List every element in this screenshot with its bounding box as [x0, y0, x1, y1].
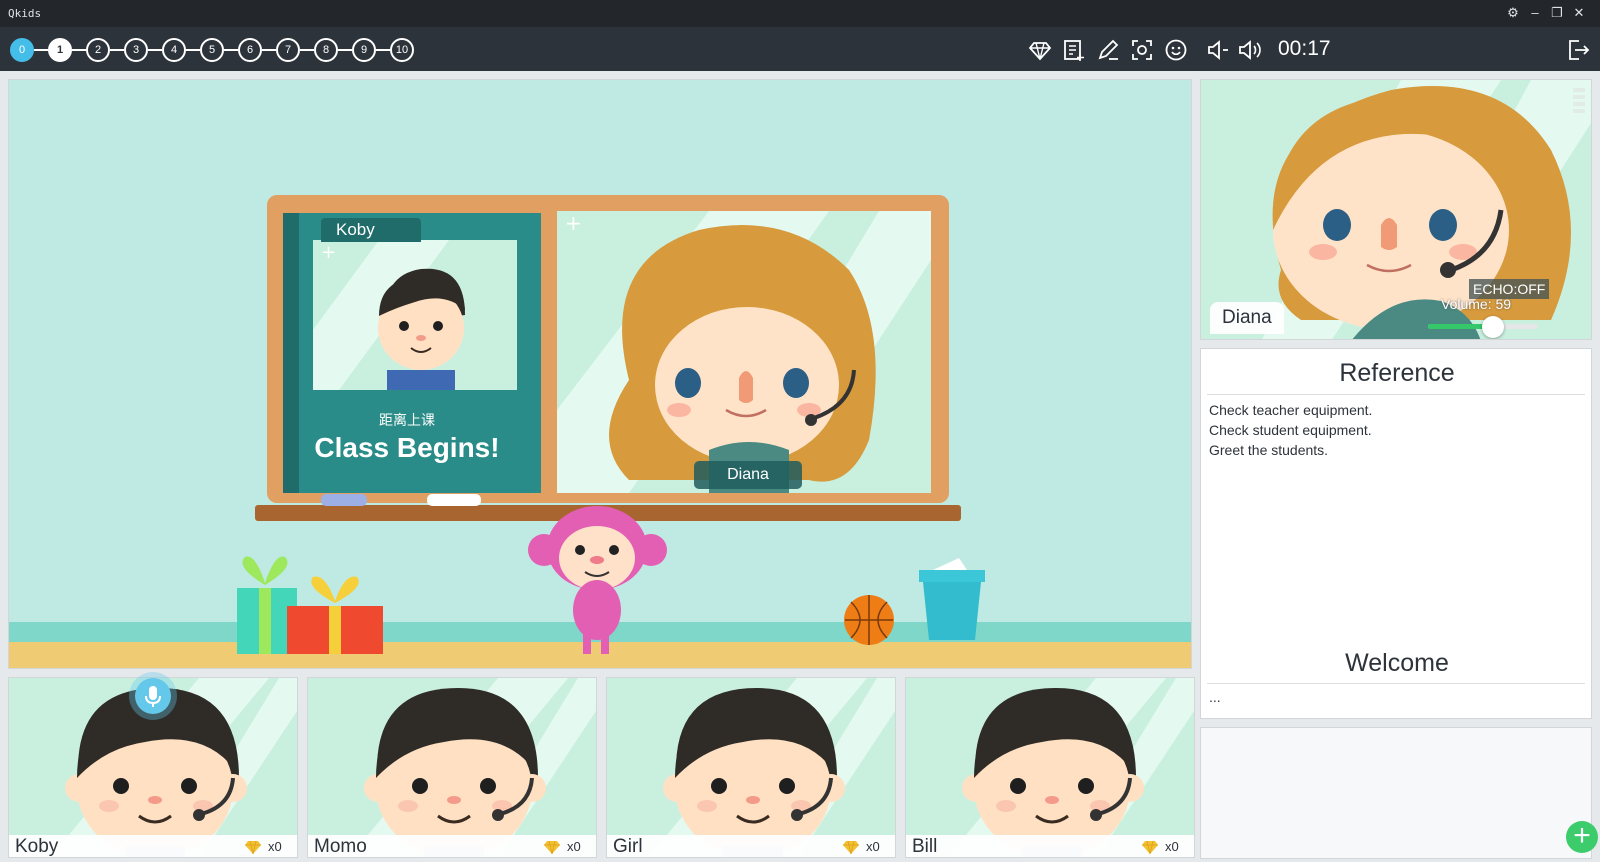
student-name-bar: Koby x0: [9, 835, 297, 857]
title-bar: Qkids ⚙ – ❐ ✕: [0, 0, 1600, 27]
teacher-name: Diana: [1210, 302, 1284, 334]
classroom-stage: + + Koby 距离上课 Class Begins! Diana: [8, 79, 1192, 669]
diamond-count: x0: [866, 839, 880, 854]
reference-line: Check teacher equipment.: [1209, 402, 1373, 418]
diamond-count: x0: [1165, 839, 1179, 854]
step-connector: [148, 49, 162, 51]
student-avatar: [947, 678, 1194, 857]
diamond-count: x0: [567, 839, 581, 854]
reference-line: Greet the students.: [1209, 442, 1329, 458]
step-2[interactable]: 2: [86, 38, 110, 62]
reference-line: Check student equipment.: [1209, 422, 1372, 438]
welcome-text: ...: [1209, 689, 1221, 705]
step-7[interactable]: 7: [276, 38, 300, 62]
divider: [1207, 683, 1585, 684]
emoji-icon[interactable]: [1163, 37, 1189, 63]
student-name-bar: Momo x0: [308, 835, 596, 857]
board-student-name: Koby: [321, 218, 421, 242]
volume-down-icon[interactable]: [1205, 37, 1231, 63]
student-name: Girl: [613, 836, 643, 857]
student-avatar: [648, 678, 895, 857]
student-name: Momo: [314, 836, 367, 857]
step-10[interactable]: 10: [390, 38, 414, 62]
reference-panel: Reference Check teacher equipment. Check…: [1200, 348, 1592, 719]
signal-icon: [1571, 86, 1587, 120]
minimize-icon[interactable]: –: [1526, 4, 1544, 22]
diamond-icon: [1142, 840, 1158, 855]
step-connector: [186, 49, 200, 51]
classroom-scene: + +: [9, 195, 1191, 668]
divider: [1207, 394, 1585, 395]
step-connector: [224, 49, 238, 51]
volume-up-icon[interactable]: [1237, 37, 1263, 63]
diamond-icon: [544, 840, 560, 855]
step-connector: [262, 49, 276, 51]
step-0[interactable]: 0: [10, 38, 34, 62]
volume-slider-knob[interactable]: [1481, 316, 1504, 338]
diamond-icon: [843, 840, 859, 855]
screenshot-icon[interactable]: [1129, 37, 1155, 63]
step-connector: [376, 49, 390, 51]
step-4[interactable]: 4: [162, 38, 186, 62]
step-1[interactable]: 1: [48, 38, 72, 62]
countdown-label: 距离上课: [379, 412, 435, 428]
teacher-video[interactable]: Diana ECHO:OFF Volume: 59: [1200, 79, 1592, 340]
svg-text:+: +: [321, 242, 336, 263]
pen-icon[interactable]: [1095, 37, 1121, 63]
student-name: Bill: [912, 836, 938, 857]
svg-text:+: +: [565, 211, 582, 235]
volume-label: Volume: 59: [1441, 296, 1512, 312]
reference-title: Reference: [1339, 359, 1455, 387]
classroom-app: Qkids ⚙ – ❐ ✕ 0 1 2 3 4 5 6 7 8 9 10 00:17: [0, 0, 1600, 862]
diamond-count: x0: [268, 839, 282, 854]
toolbar: 0 1 2 3 4 5 6 7 8 9 10 00:17: [0, 27, 1600, 71]
step-8[interactable]: 8: [314, 38, 338, 62]
window-title: Qkids: [8, 7, 42, 20]
close-icon[interactable]: ✕: [1570, 4, 1588, 22]
restore-icon[interactable]: ❐: [1548, 4, 1566, 22]
step-9[interactable]: 9: [352, 38, 376, 62]
add-button[interactable]: +: [1566, 821, 1598, 853]
welcome-title: Welcome: [1345, 649, 1449, 677]
student-name-bar: Bill x0: [906, 835, 1194, 857]
step-5[interactable]: 5: [200, 38, 224, 62]
settings-icon[interactable]: ⚙: [1504, 4, 1522, 22]
step-6[interactable]: 6: [238, 38, 262, 62]
student-avatar: [349, 678, 596, 857]
add-note-icon[interactable]: [1061, 37, 1087, 63]
step-connector: [72, 49, 86, 51]
diamond-icon: [245, 840, 261, 855]
student-name-bar: Girl x0: [607, 835, 895, 857]
board-teacher-name: Diana: [694, 461, 802, 489]
countdown-text: Class Begins!: [314, 432, 500, 463]
microphone-icon[interactable]: [135, 678, 171, 714]
student-video[interactable]: Momo x0: [307, 677, 597, 858]
step-3[interactable]: 3: [124, 38, 148, 62]
diamond-icon[interactable]: [1027, 37, 1053, 63]
class-timer: 00:17: [1278, 37, 1331, 60]
step-connector: [34, 49, 48, 51]
student-video[interactable]: Girl x0: [606, 677, 896, 858]
student-video[interactable]: Bill x0: [905, 677, 1195, 858]
exit-icon[interactable]: [1565, 37, 1591, 63]
student-name: Koby: [15, 836, 59, 857]
extra-panel: +: [1200, 727, 1598, 859]
step-connector: [110, 49, 124, 51]
teacher-avatar: [1262, 80, 1591, 339]
step-connector: [300, 49, 314, 51]
step-connector: [338, 49, 352, 51]
